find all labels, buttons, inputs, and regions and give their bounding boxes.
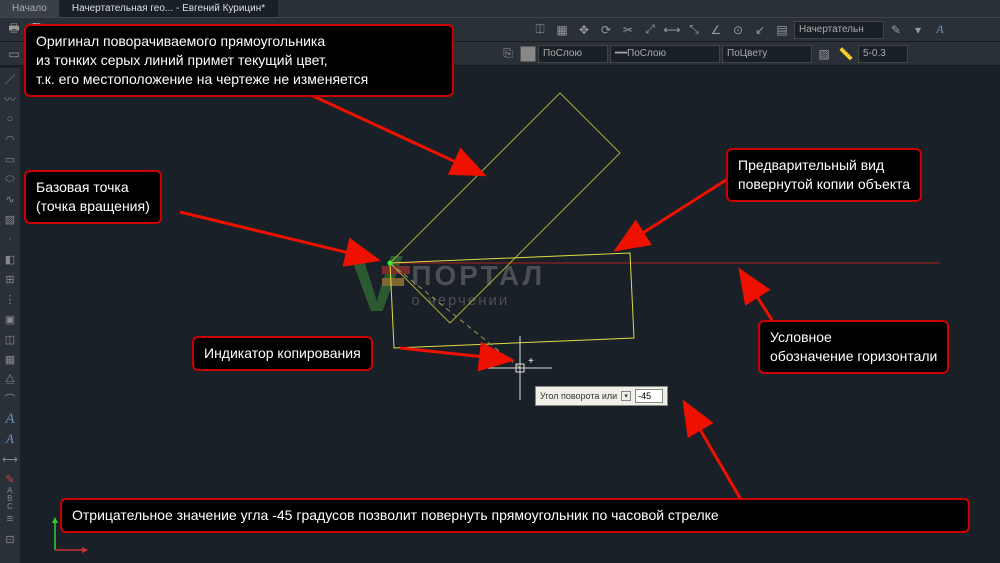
angle-input-field[interactable] (635, 389, 663, 403)
linetype-combo[interactable]: ━━ ПоСлою (610, 45, 720, 63)
point-icon[interactable]: · (1, 230, 19, 248)
color-swatch[interactable] (520, 46, 536, 62)
mtext-icon[interactable]: A (1, 410, 19, 428)
stack-icon[interactable]: ABC (1, 490, 19, 508)
circle-icon[interactable]: ○ (1, 110, 19, 128)
print-icon[interactable]: 🖶 (4, 20, 24, 40)
rotation-tracking-line (390, 263, 520, 368)
rotated-copy-rectangle (390, 253, 634, 348)
polyline-icon[interactable]: 〰 (1, 90, 19, 108)
angle-dropdown-icon[interactable]: ▾ (621, 391, 631, 401)
angle-input-tooltip: Угол поворота или ▾ (535, 386, 668, 406)
color-combo[interactable]: ПоСлою (538, 45, 608, 63)
document-tabs: Начало Начертательная гео... - Евгений К… (0, 0, 1000, 18)
leader-icon[interactable]: ↙ (750, 20, 770, 40)
text-tool-icon[interactable]: A (1, 430, 19, 448)
base-point-marker (388, 261, 393, 266)
wipeout-icon[interactable]: ◫ (1, 330, 19, 348)
geometry-svg: + (20, 68, 1000, 563)
rectangle-icon[interactable]: ▭ (1, 150, 19, 168)
original-rectangle (390, 93, 620, 323)
layer-props-icon[interactable]: ✎ (886, 20, 906, 40)
text-icon[interactable]: A (930, 20, 950, 40)
tab-document[interactable]: Начертательная гео... - Евгений Курицин* (60, 0, 278, 17)
array-icon[interactable]: ▦ (552, 20, 572, 40)
dim-tool-icon[interactable]: ⟷ (1, 450, 19, 468)
annotation-horizontal: Условное обозначение горизонтали (758, 320, 949, 374)
dropdown-icon[interactable]: ▾ (908, 20, 928, 40)
hatch-tool-icon[interactable]: ▨ (1, 210, 19, 228)
table-tool-icon[interactable]: ▦ (1, 350, 19, 368)
table-icon[interactable]: ▤ (772, 20, 792, 40)
extend-icon[interactable]: ⤢ (640, 20, 660, 40)
dim-linear-icon[interactable]: ⟷ (662, 20, 682, 40)
lineweight-combo[interactable]: 5-0.3 (858, 45, 908, 63)
properties-icon[interactable]: ⊡ (1, 530, 19, 548)
prop-match-icon[interactable]: ⎘ (498, 44, 518, 64)
ellipse-icon[interactable]: ⬭ (1, 170, 19, 188)
dim-radius-icon[interactable]: ⊙ (728, 20, 748, 40)
measure-icon[interactable]: 📏 (836, 44, 856, 64)
plot-combo[interactable]: ПоЦвету (722, 45, 812, 63)
divide-icon[interactable]: ⋮ (1, 290, 19, 308)
offset-icon[interactable]: ⎅ (530, 20, 550, 40)
dim-angle-icon[interactable]: ∠ (706, 20, 726, 40)
copy-indicator-glyph: + (528, 356, 534, 367)
annotation-copy-indicator: Индикатор копирования (192, 336, 373, 371)
layer-combo[interactable]: Начертательн (794, 21, 884, 39)
move-icon[interactable]: ✥ (574, 20, 594, 40)
tab-start[interactable]: Начало (0, 0, 60, 17)
annotation-original-rect: Оригинал поворачиваемого прямоугольника … (24, 24, 454, 97)
block-icon[interactable]: ◧ (1, 250, 19, 268)
spline-icon[interactable]: ∿ (1, 190, 19, 208)
trim-icon[interactable]: ✂ (618, 20, 638, 40)
annotation-preview: Предварительный вид повернутой копии объ… (726, 148, 922, 202)
hatch-icon[interactable]: ▨ (814, 44, 834, 64)
left-toolbar: ／ 〰 ○ ◠ ▭ ⬭ ∿ ▨ · ◧ ⊞ ⋮ ▣ ◫ ▦ ⧋ ⌒ A A ⟷ … (0, 68, 20, 563)
arc-icon[interactable]: ◠ (1, 130, 19, 148)
region-icon[interactable]: ▣ (1, 310, 19, 328)
dim-align-icon[interactable]: ⤡ (684, 20, 704, 40)
insert-icon[interactable]: ⊞ (1, 270, 19, 288)
layers-icon[interactable]: ≡ (1, 510, 19, 528)
new-icon[interactable]: ▭ (4, 44, 24, 64)
annotation-base-point: Базовая точка (точка вращения) (24, 170, 162, 224)
drawing-canvas[interactable]: V ПОРТАЛ о черчении + Угол поворота (20, 68, 1000, 563)
annotation-negative-angle: Отрицательное значение угла -45 градусов… (60, 498, 970, 533)
mirror-icon[interactable]: ⧋ (1, 370, 19, 388)
rotate-icon[interactable]: ⟳ (596, 20, 616, 40)
fillet-icon[interactable]: ⌒ (1, 390, 19, 408)
line-icon[interactable]: ／ (1, 70, 19, 88)
angle-input-label: Угол поворота или (540, 391, 617, 401)
